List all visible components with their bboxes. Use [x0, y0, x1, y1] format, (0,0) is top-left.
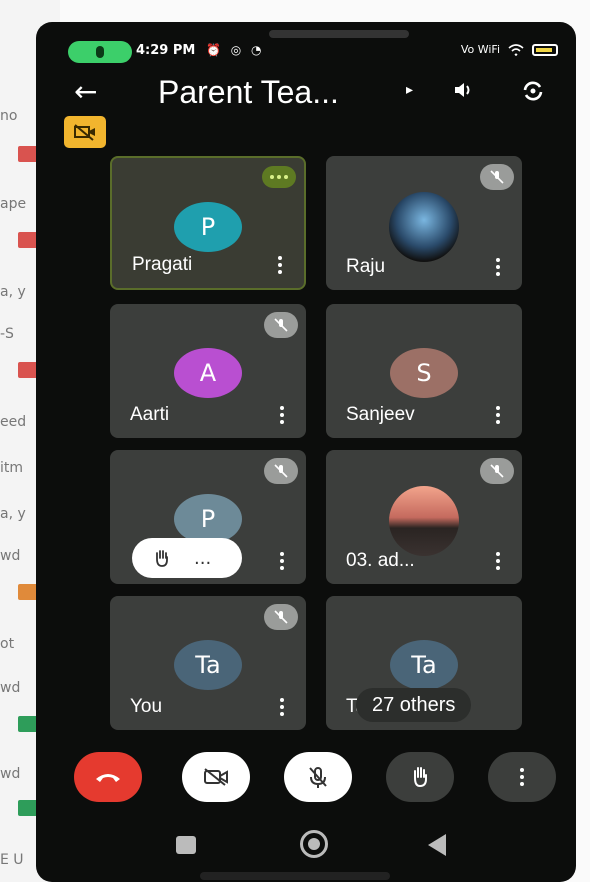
participant-tile-p[interactable]: P ... [110, 450, 306, 584]
mic-off-icon [309, 767, 327, 788]
back-button[interactable]: ← [74, 72, 97, 112]
bg-snippet: E U [0, 852, 24, 868]
device-bottom-bezel [200, 872, 390, 880]
participant-tile-raju[interactable]: Raju [326, 156, 522, 290]
bg-snippet: ape [0, 196, 27, 212]
caret-icon[interactable]: ▸ [406, 82, 413, 98]
participant-tile-sanjeev[interactable]: S Sanjeev [326, 304, 522, 438]
end-call-button[interactable] [74, 752, 142, 802]
bg-snippet: eed [0, 414, 27, 430]
participant-menu-icon[interactable] [278, 256, 282, 274]
bg-snippet: -S [0, 326, 14, 342]
system-nav-bar [36, 822, 576, 868]
participant-menu-icon[interactable] [280, 406, 284, 424]
participant-tile-03-ad[interactable]: 03. ad... [326, 450, 522, 584]
more-options-button[interactable] [488, 752, 556, 802]
bg-snippet: no [0, 108, 18, 124]
battery-icon [532, 43, 558, 56]
participant-menu-icon[interactable] [496, 258, 500, 276]
home-button[interactable] [300, 830, 328, 858]
bg-tag [18, 800, 38, 816]
mic-active-indicator [68, 41, 132, 63]
status-bar: 4:29 PM ⏰ ◎ ◔ Vo WiFi [36, 38, 576, 68]
camera-off-icon [74, 124, 95, 141]
others-count-pill[interactable]: 27 others [356, 688, 472, 722]
bg-snippet: a, y [0, 284, 26, 300]
avatar: S [390, 348, 458, 398]
camera-off-icon [204, 768, 228, 786]
bg-snippet: wd [0, 680, 21, 696]
hand-more: ... [194, 547, 212, 569]
participant-name: 03. ad... [346, 550, 415, 571]
participant-name: Pragati [132, 254, 193, 275]
mic-icon [96, 46, 104, 58]
mic-toggle-button[interactable] [284, 752, 352, 802]
bg-snippet: a, y [0, 506, 26, 522]
muted-icon [264, 604, 298, 630]
bg-snippet: itm [0, 460, 24, 476]
participant-tile-aarti[interactable]: A Aarti [110, 304, 306, 438]
bg-snippet: ot [0, 636, 15, 652]
wifi-icon [508, 43, 524, 56]
avatar: Ta [174, 640, 242, 690]
nav-back-button[interactable] [428, 834, 446, 856]
recents-button[interactable] [176, 836, 196, 854]
speaking-indicator [262, 166, 296, 188]
participant-name: Aarti [130, 404, 170, 425]
camera-off-badge[interactable] [64, 116, 106, 148]
speaker-icon[interactable] [452, 78, 476, 102]
participant-tile-others[interactable]: Ta Ta 27 others [326, 596, 522, 730]
notification-icons: ⏰ ◎ ◔ [206, 43, 265, 57]
participant-name: Sanjeev [346, 404, 415, 425]
participant-tile-pragati[interactable]: P Pragati [110, 156, 306, 290]
bg-snippet: wd [0, 548, 21, 564]
camera-toggle-button[interactable] [182, 752, 250, 802]
bg-tag [18, 146, 38, 162]
bg-tag [18, 584, 38, 600]
participant-menu-icon[interactable] [496, 406, 500, 424]
participant-menu-icon[interactable] [496, 552, 500, 570]
avatar: P [174, 202, 242, 252]
hand-icon [156, 550, 168, 567]
bg-snippet: wd [0, 766, 21, 782]
bg-tag [18, 362, 38, 378]
meeting-title[interactable]: Parent Tea... [158, 72, 339, 112]
raise-hand-button[interactable] [386, 752, 454, 802]
participant-name: Raju [346, 256, 386, 277]
network-label: Vo WiFi [460, 43, 500, 56]
hang-up-icon [96, 774, 120, 782]
phone-screen: 4:29 PM ⏰ ◎ ◔ Vo WiFi ← Parent Tea... ▸ … [36, 22, 576, 882]
participant-menu-icon[interactable] [280, 698, 284, 716]
raised-hand-indicator: ... [132, 538, 242, 578]
hand-icon [414, 767, 427, 788]
more-vert-icon [520, 768, 524, 786]
muted-icon [264, 312, 298, 338]
muted-icon [264, 458, 298, 484]
bg-tag [18, 716, 38, 732]
bg-tag [18, 232, 38, 248]
clock: 4:29 PM [136, 43, 196, 58]
muted-icon [480, 458, 514, 484]
muted-icon [480, 164, 514, 190]
avatar: P [174, 494, 242, 544]
call-header: ← Parent Tea... ▸ [36, 72, 576, 116]
participant-tile-you[interactable]: Ta You [110, 596, 306, 730]
avatar: Ta [390, 640, 458, 690]
camera-notch [269, 30, 409, 38]
switch-camera-icon[interactable] [520, 78, 546, 104]
avatar-photo [389, 486, 459, 556]
participant-name: You [130, 696, 163, 717]
participant-menu-icon[interactable] [280, 552, 284, 570]
avatar: A [174, 348, 242, 398]
avatar-photo [389, 192, 459, 262]
system-status: Vo WiFi [461, 43, 558, 56]
call-controls [36, 752, 576, 808]
